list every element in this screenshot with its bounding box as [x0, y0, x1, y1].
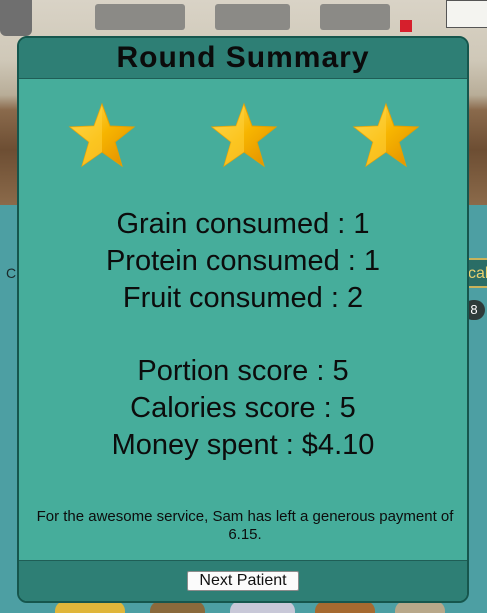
background-cup: [400, 20, 412, 32]
star-icon: [352, 102, 420, 168]
fruit-consumed: Fruit consumed : 2: [122, 282, 364, 314]
next-patient-button[interactable]: Next Patient: [187, 571, 299, 591]
protein-consumed: Protein consumed : 1: [105, 245, 381, 277]
score-summary: Portion score : 5 Calories score : 5 Mon…: [19, 353, 467, 464]
background-left-label: C: [6, 265, 17, 281]
round-summary-dialog: Round Summary Grain consumed : 1 Protein: [17, 36, 469, 603]
payment-message: For the awesome service, Sam has left a …: [36, 508, 454, 543]
star-icon: [68, 102, 136, 168]
calories-score: Calories score : 5: [130, 392, 356, 424]
background-table: [95, 4, 185, 30]
background-sign: [446, 0, 487, 28]
consumption-summary: Grain consumed : 1 Protein consumed : 1 …: [19, 206, 467, 317]
background-bin: [0, 0, 32, 36]
star-rating: [19, 102, 467, 172]
background-table: [320, 4, 390, 30]
dialog-header: Round Summary: [19, 38, 467, 79]
dialog-footer: Next Patient: [19, 560, 467, 601]
background-table: [215, 4, 290, 30]
money-spent: Money spent : $4.10: [111, 429, 375, 461]
star-icon: [210, 102, 278, 168]
dialog-title: Round Summary: [116, 41, 370, 74]
portion-score: Portion score : 5: [137, 355, 349, 387]
grain-consumed: Grain consumed : 1: [116, 208, 370, 240]
